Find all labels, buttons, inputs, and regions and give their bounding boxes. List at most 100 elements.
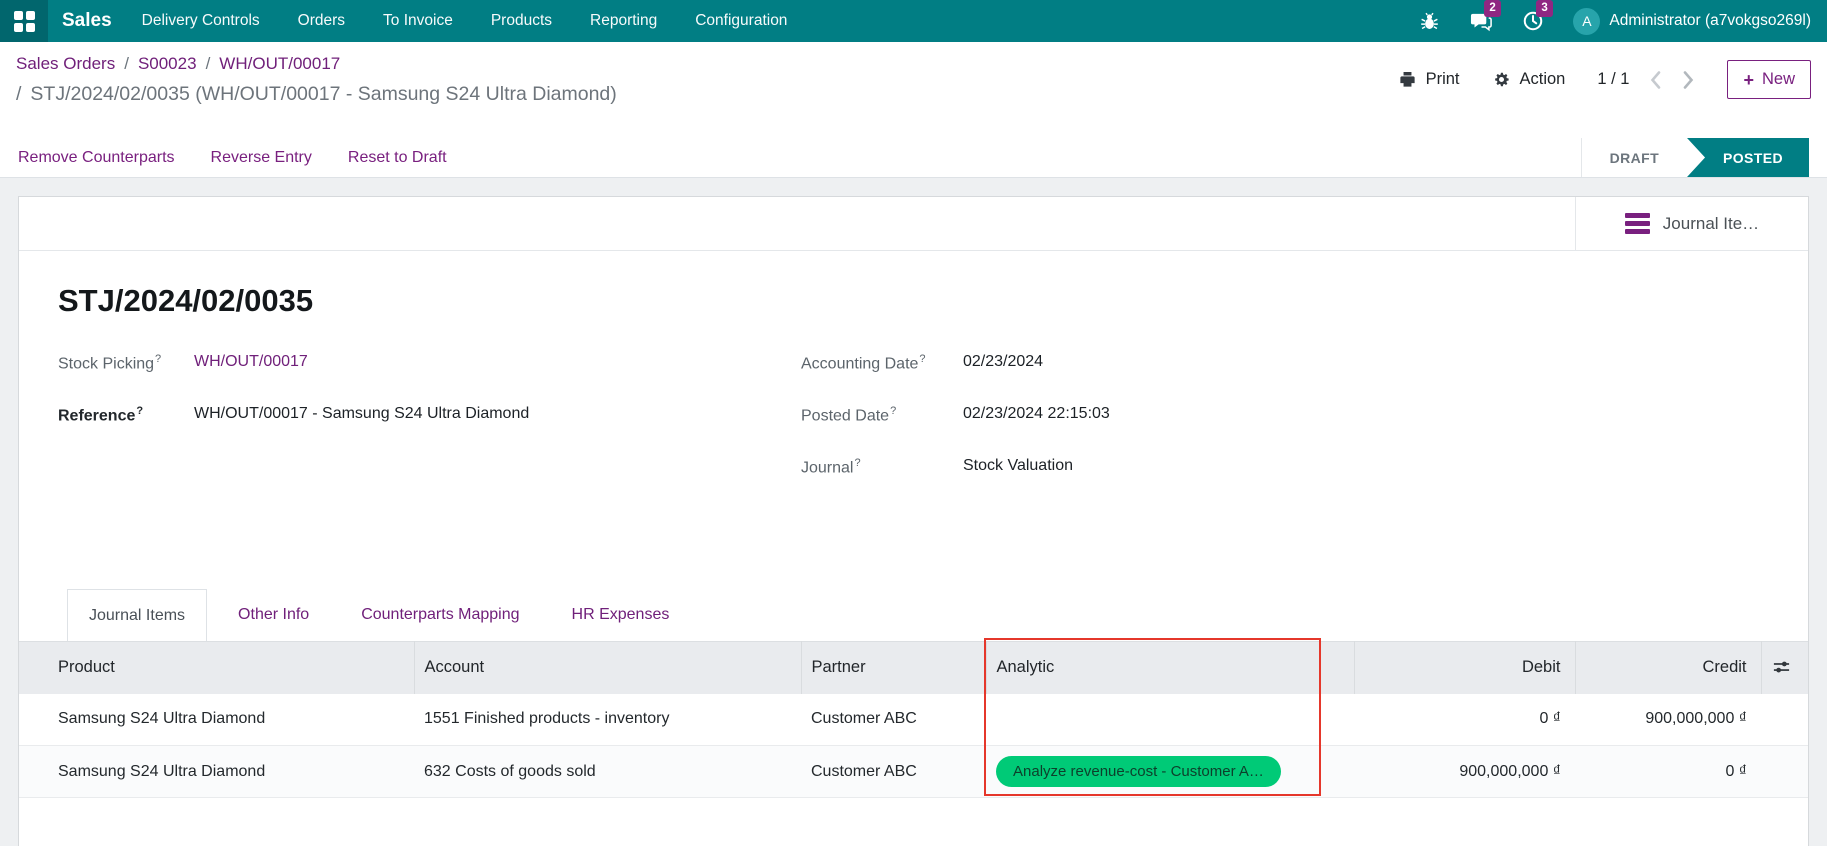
table-row[interactable]: Samsung S24 Ultra Diamond 1551 Finished … — [19, 693, 1808, 746]
stock-picking-value[interactable]: WH/OUT/00017 — [194, 353, 308, 371]
cell-credit[interactable]: 900,000,000 ₫ — [1575, 693, 1761, 746]
pager-previous-icon[interactable] — [1649, 70, 1662, 90]
journal-items-table-wrap: Product Account Partner Analytic Debit C… — [19, 638, 1808, 798]
menu-to-invoice[interactable]: To Invoice — [383, 12, 453, 30]
breadcrumb-separator: / — [124, 54, 129, 73]
optional-columns-icon[interactable] — [1772, 658, 1791, 677]
menu-orders[interactable]: Orders — [298, 12, 345, 30]
app-name[interactable]: Sales — [62, 10, 112, 32]
menu-products[interactable]: Products — [491, 12, 552, 30]
control-panel-actions: Print Action 1 / 1 + New — [1398, 60, 1811, 99]
field-journal: Journal? Stock Valuation — [801, 453, 1110, 505]
pager-next-icon[interactable] — [1682, 70, 1695, 90]
cell-analytic[interactable] — [986, 693, 1354, 746]
pager-count: 1 / 1 — [1597, 70, 1630, 88]
printer-icon — [1399, 71, 1415, 87]
record-title: STJ/2024/02/0035 — [58, 283, 314, 318]
activities-badge: 3 — [1536, 0, 1553, 17]
reset-to-draft-button[interactable]: Reset to Draft — [348, 149, 447, 167]
activities-clock-icon[interactable]: 3 — [1521, 0, 1553, 33]
table-header-row: Product Account Partner Analytic Debit C… — [19, 641, 1808, 694]
statusbar: Remove Counterparts Reverse Entry Reset … — [0, 138, 1827, 178]
cell-analytic: Analyze revenue-cost - Customer A… — [986, 745, 1354, 798]
field-accounting-date: Accounting Date? 02/23/2024 — [801, 349, 1110, 401]
new-button[interactable]: + New — [1727, 60, 1811, 99]
sheet-body: STJ/2024/02/0035 Stock Picking? WH/OUT/0… — [19, 283, 1808, 505]
tab-journal-items[interactable]: Journal Items — [67, 589, 208, 641]
menu-delivery-controls[interactable]: Delivery Controls — [142, 12, 260, 30]
messages-icon[interactable]: 2 — [1469, 0, 1501, 33]
optional-columns-cell — [1761, 641, 1808, 694]
journal-value[interactable]: Stock Valuation — [963, 457, 1073, 475]
debug-bug-icon[interactable] — [1417, 9, 1441, 33]
cell-empty — [1761, 693, 1808, 746]
reference-value[interactable]: WH/OUT/00017 - Samsung S24 Ultra Diamond — [194, 405, 529, 423]
cell-partner[interactable]: Customer ABC — [801, 745, 986, 798]
action-button[interactable]: Action — [1492, 70, 1565, 89]
status-draft[interactable]: DRAFT — [1581, 138, 1688, 177]
systray: 2 3 A Administrator (a7vokgso269l) — [1417, 0, 1827, 35]
breadcrumb-separator: / — [205, 54, 211, 73]
column-header-debit[interactable]: Debit — [1354, 641, 1576, 694]
print-button[interactable]: Print — [1398, 70, 1460, 89]
reference-label: Reference? — [58, 405, 144, 425]
table-row[interactable]: Samsung S24 Ultra Diamond 632 Costs of g… — [19, 745, 1808, 798]
status-posted: POSTED — [1687, 138, 1809, 177]
cell-account[interactable]: 1551 Finished products - inventory — [414, 693, 801, 746]
apps-menu-button[interactable] — [0, 0, 48, 42]
cell-product[interactable]: Samsung S24 Ultra Diamond — [19, 693, 414, 746]
field-reference: Reference? WH/OUT/00017 - Samsung S24 Ul… — [58, 401, 801, 453]
form-sheet: Journal Ite… STJ/2024/02/0035 Stock Pick… — [18, 196, 1809, 846]
analytic-distribution-tag[interactable]: Analyze revenue-cost - Customer A… — [996, 756, 1281, 787]
control-panel: Sales Orders / S00023 / WH/OUT/00017 / S… — [0, 42, 1827, 138]
page: Sales Delivery Controls Orders To Invoic… — [0, 0, 1827, 846]
messages-badge: 2 — [1484, 0, 1501, 17]
cell-debit[interactable]: 900,000,000 ₫ — [1354, 745, 1575, 798]
tab-hr-expenses[interactable]: HR Expenses — [551, 589, 691, 641]
menu-reporting[interactable]: Reporting — [590, 12, 657, 30]
cell-debit[interactable]: 0 ₫ — [1354, 693, 1575, 746]
breadcrumb-separator: / — [16, 83, 22, 105]
gear-icon — [1494, 72, 1509, 87]
tab-other-info[interactable]: Other Info — [217, 589, 330, 641]
help-icon: ? — [136, 405, 144, 417]
column-header-product[interactable]: Product — [19, 641, 415, 694]
posted-date-label: Posted Date? — [801, 405, 897, 425]
column-header-partner[interactable]: Partner — [801, 641, 987, 694]
accounting-date-value[interactable]: 02/23/2024 — [963, 353, 1043, 371]
cell-credit[interactable]: 0 ₫ — [1575, 745, 1761, 798]
content-area: Journal Ite… STJ/2024/02/0035 Stock Pick… — [0, 178, 1827, 846]
journal-items-table: Product Account Partner Analytic Debit C… — [19, 641, 1808, 798]
column-header-analytic[interactable]: Analytic — [986, 641, 1355, 694]
reverse-entry-button[interactable]: Reverse Entry — [211, 149, 312, 167]
field-posted-date: Posted Date? 02/23/2024 22:15:03 — [801, 401, 1110, 453]
top-navbar: Sales Delivery Controls Orders To Invoic… — [0, 0, 1827, 42]
accounting-date-label: Accounting Date? — [801, 353, 926, 373]
bars-icon — [1624, 213, 1650, 234]
breadcrumb-wh-out[interactable]: WH/OUT/00017 — [219, 54, 340, 74]
field-stock-picking: Stock Picking? WH/OUT/00017 — [58, 349, 801, 401]
field-column-right: Accounting Date? 02/23/2024 Posted Date?… — [801, 349, 1110, 505]
cell-partner[interactable]: Customer ABC — [801, 693, 986, 746]
help-icon: ? — [890, 405, 897, 417]
status-widget: DRAFT POSTED — [1580, 138, 1809, 177]
breadcrumb-current-title: STJ/2024/02/0035 (WH/OUT/00017 - Samsung… — [30, 83, 617, 105]
breadcrumb-sales-orders[interactable]: Sales Orders — [16, 54, 115, 74]
apps-grid-icon — [13, 10, 35, 32]
cell-empty — [1761, 745, 1808, 798]
cell-account[interactable]: 632 Costs of goods sold — [414, 745, 801, 798]
column-header-credit[interactable]: Credit — [1575, 641, 1762, 694]
tab-counterparts-mapping[interactable]: Counterparts Mapping — [340, 589, 540, 641]
remove-counterparts-button[interactable]: Remove Counterparts — [18, 149, 175, 167]
user-menu[interactable]: A Administrator (a7vokgso269l) — [1573, 7, 1811, 35]
posted-date-value[interactable]: 02/23/2024 22:15:03 — [963, 405, 1110, 423]
field-grid: Stock Picking? WH/OUT/00017 Reference? W… — [58, 349, 1808, 505]
breadcrumb-s00023[interactable]: S00023 — [138, 54, 197, 74]
help-icon: ? — [919, 353, 926, 365]
stock-picking-label: Stock Picking? — [58, 353, 162, 373]
cell-product[interactable]: Samsung S24 Ultra Diamond — [19, 745, 414, 798]
column-header-account[interactable]: Account — [414, 641, 802, 694]
menu-configuration[interactable]: Configuration — [695, 12, 787, 30]
app-menu: Delivery Controls Orders To Invoice Prod… — [142, 12, 788, 30]
journal-items-stat-button[interactable]: Journal Ite… — [1575, 197, 1808, 250]
